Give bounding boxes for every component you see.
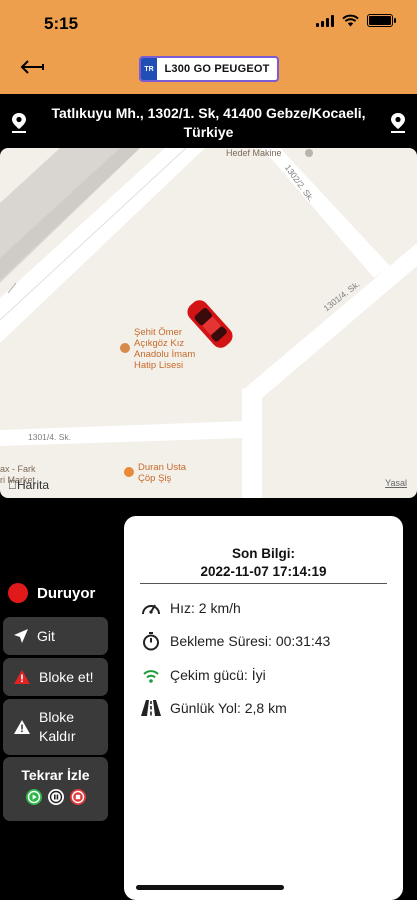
map-poi-school: Şehit Ömer Açıkgöz Kız Anadolu İmam Hati… xyxy=(134,327,196,371)
location-pin-icon[interactable] xyxy=(389,112,407,134)
speed-value: Hız: 2 km/h xyxy=(170,600,241,616)
wait-row: Bekleme Süresi: 00:31:43 xyxy=(140,630,330,652)
cellular-icon xyxy=(316,14,334,27)
stopwatch-icon xyxy=(143,632,159,651)
navigate-icon xyxy=(14,629,28,643)
status-indicator-icon xyxy=(8,583,28,603)
stop-icon[interactable] xyxy=(69,789,86,805)
map-roads xyxy=(0,148,417,498)
block-button[interactable]: Bloke et! xyxy=(3,658,108,696)
road-icon xyxy=(141,700,161,716)
maps-attribution: Harita xyxy=(8,478,49,492)
status-label: Duruyor xyxy=(37,584,96,602)
warning-icon xyxy=(14,720,30,734)
status-time: 5:15 xyxy=(44,14,79,33)
address-line-2: Türkiye xyxy=(183,124,234,140)
location-pin-icon[interactable] xyxy=(10,112,28,134)
map-view[interactable]: Hedef Makine 1302/2. Sk. 1301/4. Sk. 130… xyxy=(0,148,417,498)
pause-icon[interactable] xyxy=(47,789,64,805)
block-button-label: Bloke et! xyxy=(39,668,94,685)
speedometer-icon xyxy=(142,604,160,615)
daily-row: Günlük Yol: 2,8 km xyxy=(140,697,287,719)
home-indicator xyxy=(136,885,284,890)
go-button-label: Git xyxy=(37,627,55,644)
replay-title: Tekrar İzle xyxy=(21,767,90,783)
map-legal-link[interactable]: Yasal xyxy=(385,478,407,488)
battery-icon xyxy=(367,14,396,27)
unblock-button[interactable]: Bloke Kaldır xyxy=(3,699,108,755)
replay-panel: Tekrar İzle xyxy=(3,757,108,821)
address-line-1: Tatlıkuyu Mh., 1302/1. Sk, 41400 Gebze/K… xyxy=(51,105,366,121)
back-arrow-icon[interactable] xyxy=(18,56,46,78)
plate-country-code: TR xyxy=(141,58,157,80)
play-icon[interactable] xyxy=(25,789,42,805)
signal-row: Çekim gücü: İyi xyxy=(140,664,266,686)
address-text: Tatlıkuyu Mh., 1302/1. Sk, 41400 Gebze/K… xyxy=(36,104,381,142)
license-plate: TR L300 GO PEUGEOT xyxy=(139,56,279,82)
warning-icon xyxy=(14,670,30,684)
address-bar: Tatlıkuyu Mh., 1302/1. Sk, 41400 Gebze/K… xyxy=(0,94,417,148)
vehicle-status: Duruyor xyxy=(8,583,95,603)
map-road-label: 1301/4. Sk. xyxy=(28,432,72,442)
wait-value: Bekleme Süresi: 00:31:43 xyxy=(170,633,331,649)
unblock-button-label: Bloke Kaldır xyxy=(39,709,76,744)
daily-distance-value: Günlük Yol: 2,8 km xyxy=(170,700,287,716)
map-label-hedef: Hedef Makine xyxy=(226,148,282,158)
signal-value: Çekim gücü: İyi xyxy=(170,667,266,683)
info-title: Son Bilgi: xyxy=(232,546,295,561)
app-header: 5:15 TR L300 GO PEUGEOT xyxy=(0,0,417,94)
wifi-icon xyxy=(342,14,359,27)
info-datetime: 2022-11-07 17:14:19 xyxy=(200,564,327,579)
go-button[interactable]: Git xyxy=(3,617,108,655)
plate-text: L300 GO PEUGEOT xyxy=(164,63,270,75)
map-poi-restaurant: Duran Usta Çöp Şiş xyxy=(138,462,187,484)
status-icons xyxy=(316,14,396,27)
wifi-signal-icon xyxy=(143,670,159,683)
info-divider xyxy=(140,583,387,584)
speed-row: Hız: 2 km/h xyxy=(140,597,241,619)
